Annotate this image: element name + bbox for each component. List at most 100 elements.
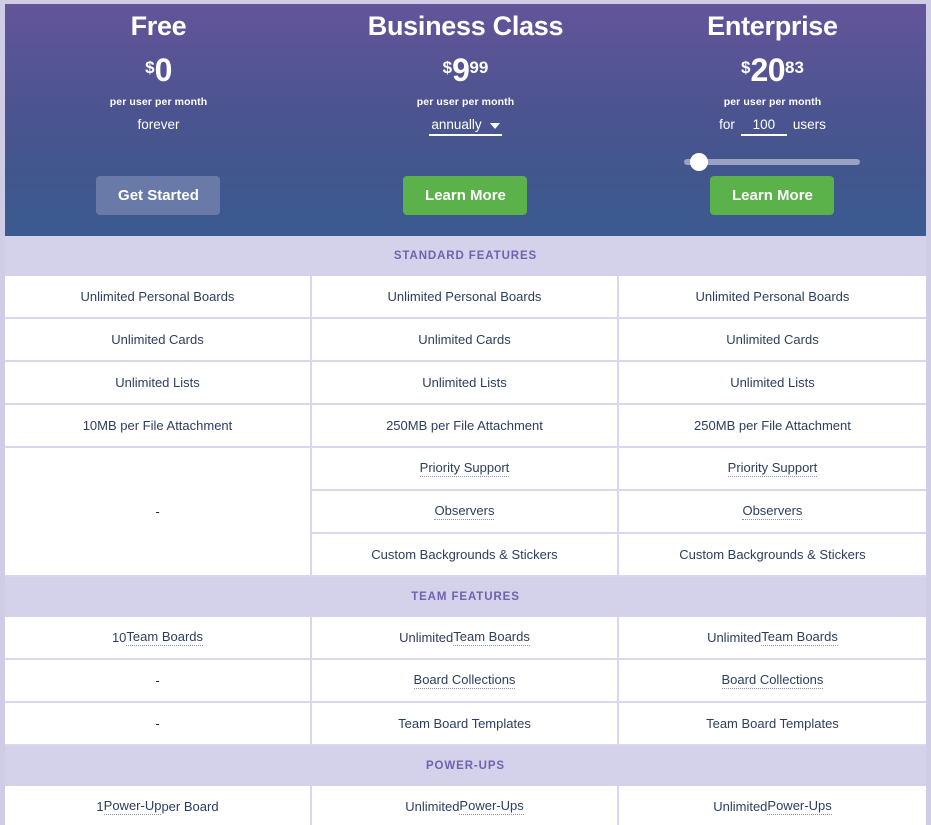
feature-cell-enterprise: Unlimited Team Boards [618, 617, 926, 658]
feature-cell-enterprise: Team Board Templates [618, 703, 926, 744]
price-unit-enterprise: per user per month [723, 96, 822, 108]
slider-track[interactable] [684, 159, 861, 165]
feature-cell-free: Unlimited Lists [5, 362, 312, 403]
table-row: 10 Team Boards Unlimited Team Boards Unl… [5, 617, 926, 660]
feature-cell-free: 10 Team Boards [5, 617, 312, 658]
plan-name-free: Free [130, 11, 187, 41]
feature-cell-enterprise: Custom Backgrounds & Stickers [618, 534, 926, 575]
currency-symbol: $ [145, 58, 155, 77]
feature-cell-enterprise: Board Collections [618, 660, 926, 701]
plan-column-free: Free $ 0 per user per month forever Get … [5, 4, 312, 236]
table-row: Unlimited Personal Boards Unlimited Pers… [5, 276, 926, 319]
cta-zone-enterprise: Learn More [619, 176, 926, 215]
feature-cell-business-class: 250MB per File Attachment [311, 405, 619, 446]
table-row: Priority Support Priority Support [311, 448, 926, 491]
cta-zone-free: Get Started [5, 176, 312, 215]
table-row: Custom Backgrounds & Stickers Custom Bac… [311, 534, 926, 575]
feature-cell-enterprise: Observers [618, 491, 926, 532]
plan-name-business-class: Business Class [367, 11, 564, 41]
feature-cell-business-class: Board Collections [311, 660, 619, 701]
feature-cell-enterprise: Unlimited Cards [618, 319, 926, 360]
users-prefix-label: for [719, 117, 735, 132]
table-row-merged: - Priority Support Priority Support Obse… [5, 448, 926, 577]
price-cents: 99 [469, 58, 489, 77]
feature-prefix: Unlimited [707, 630, 762, 645]
table-row: - Board Collections Board Collections [5, 660, 926, 703]
plan-column-enterprise: Enterprise $ 20 83 per user per month fo… [619, 4, 926, 236]
feature-term-tooltip[interactable]: Power-Ups [459, 798, 524, 815]
feature-cell-business-class: Unlimited Lists [311, 362, 619, 403]
feature-cell-enterprise: Unlimited Personal Boards [618, 276, 926, 317]
feature-prefix: Unlimited [405, 799, 460, 814]
merged-right-group: Priority Support Priority Support Observ… [311, 448, 926, 575]
feature-cell-enterprise: Unlimited Lists [618, 362, 926, 403]
price-amount: 20 [750, 52, 786, 88]
learn-more-button-business-class[interactable]: Learn More [403, 176, 528, 215]
feature-cell-business-class: Unlimited Power-Ups [311, 786, 619, 825]
user-count-input[interactable]: 100 [740, 117, 787, 136]
price-unit-free: per user per month [109, 96, 208, 108]
feature-cell-enterprise: Priority Support [618, 448, 926, 489]
feature-term-tooltip[interactable]: Power-Up [103, 798, 162, 815]
plan-price-free: $ 0 [145, 54, 172, 86]
plan-price-business-class: $ 9 99 [443, 54, 489, 86]
price-cents: 83 [785, 58, 804, 77]
feature-cell-business-class: Unlimited Cards [311, 319, 619, 360]
plan-term-enterprise: for 100 users [719, 117, 826, 137]
feature-term-tooltip[interactable]: Board Collections [721, 672, 824, 689]
section-header-team-features: TEAM FEATURES [5, 577, 926, 617]
feature-term-tooltip[interactable]: Power-Ups [767, 798, 832, 815]
feature-term-tooltip[interactable]: Observers [434, 503, 495, 520]
slider-thumb[interactable] [690, 153, 709, 171]
feature-term-tooltip[interactable]: Priority Support [419, 460, 510, 477]
feature-term-tooltip[interactable]: Board Collections [413, 672, 516, 689]
plan-column-business-class: Business Class $ 9 99 per user per month… [312, 4, 619, 236]
feature-term-tooltip[interactable]: Priority Support [727, 460, 818, 477]
price-amount: 0 [154, 52, 173, 88]
table-row: Observers Observers [311, 491, 926, 534]
feature-cell-free: - [5, 703, 312, 744]
feature-cell-business-class: Unlimited Team Boards [311, 617, 619, 658]
feature-prefix: Unlimited [399, 630, 454, 645]
user-count-slider[interactable] [684, 153, 861, 171]
feature-cell-free-empty: - [5, 448, 312, 575]
feature-term-tooltip[interactable]: Team Boards [761, 629, 838, 646]
feature-cell-enterprise: Unlimited Power-Ups [618, 786, 926, 825]
feature-cell-free: 10MB per File Attachment [5, 405, 312, 446]
table-row: 1 Power-Up per Board Unlimited Power-Ups… [5, 786, 926, 825]
billing-period-select[interactable]: annually [429, 117, 502, 136]
feature-cell-business-class: Team Board Templates [311, 703, 619, 744]
chevron-down-icon [489, 122, 500, 129]
plans-header: Free $ 0 per user per month forever Get … [5, 4, 926, 236]
table-row: - Team Board Templates Team Board Templa… [5, 703, 926, 746]
feature-cell-business-class: Unlimited Personal Boards [311, 276, 619, 317]
price-amount: 9 [452, 52, 470, 88]
plan-name-enterprise: Enterprise [707, 11, 838, 41]
table-row: 10MB per File Attachment 250MB per File … [5, 405, 926, 448]
billing-period-value: annually [431, 117, 482, 132]
section-header-power-ups: POWER-UPS [5, 746, 926, 786]
get-started-button[interactable]: Get Started [96, 176, 221, 215]
currency-symbol: $ [740, 58, 751, 77]
feature-term-tooltip[interactable]: Team Boards [126, 629, 204, 646]
learn-more-button-enterprise[interactable]: Learn More [710, 176, 835, 215]
term-text-free: forever [137, 117, 180, 132]
table-row: Unlimited Lists Unlimited Lists Unlimite… [5, 362, 926, 405]
feature-cell-free: - [5, 660, 312, 701]
price-unit-business-class: per user per month [416, 96, 515, 108]
section-header-standard-features: STANDARD FEATURES [5, 236, 926, 276]
feature-suffix: per Board [161, 799, 219, 814]
plan-term-business-class: annually [429, 117, 502, 137]
feature-term-tooltip[interactable]: Observers [742, 503, 803, 520]
feature-cell-business-class: Custom Backgrounds & Stickers [311, 534, 619, 575]
feature-cell-free: 1 Power-Up per Board [5, 786, 312, 825]
feature-cell-free: Unlimited Personal Boards [5, 276, 312, 317]
plan-term-free: forever [137, 117, 179, 137]
feature-prefix: 1 [96, 799, 104, 814]
feature-term-tooltip[interactable]: Team Boards [453, 629, 530, 646]
plan-price-enterprise: $ 20 83 [741, 54, 804, 86]
pricing-page: Free $ 0 per user per month forever Get … [0, 0, 931, 825]
feature-cell-business-class: Observers [311, 491, 619, 532]
users-suffix-label: users [792, 117, 826, 132]
feature-cell-business-class: Priority Support [311, 448, 619, 489]
